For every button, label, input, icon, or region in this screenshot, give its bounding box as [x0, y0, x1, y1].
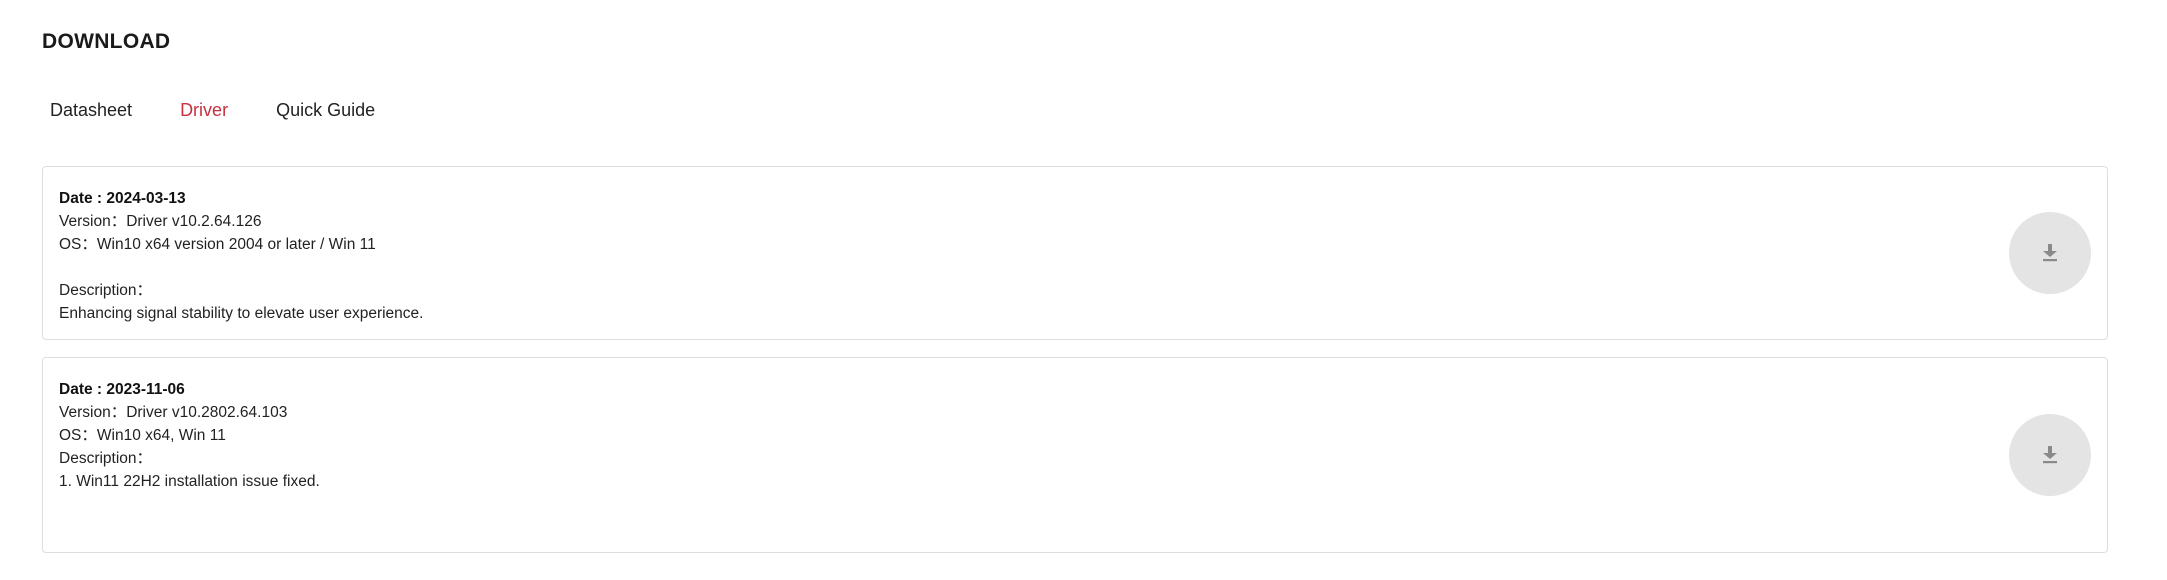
driver-date: Date : 2023-11-06 [59, 381, 185, 398]
driver-description-label: Description： [59, 282, 153, 299]
tab-driver[interactable]: Driver [180, 100, 228, 121]
driver-card: Date : 2023-11-06 Version：Driver v10.280… [42, 357, 2108, 553]
driver-version: Version：Driver v10.2802.64.103 [59, 404, 288, 421]
driver-description: Enhancing signal stability to elevate us… [59, 305, 424, 322]
tab-datasheet[interactable]: Datasheet [50, 100, 132, 121]
driver-card: Date : 2024-03-13 Version：Driver v10.2.6… [42, 166, 2108, 340]
driver-info: Date : 2024-03-13 Version：Driver v10.2.6… [59, 187, 423, 325]
download-icon [2043, 446, 2057, 464]
driver-description-label: Description： [59, 450, 153, 467]
download-icon [2043, 244, 2057, 262]
driver-info: Date : 2023-11-06 Version：Driver v10.280… [59, 378, 320, 493]
tab-bar: Datasheet Driver Quick Guide [50, 100, 375, 121]
driver-os: OS：Win10 x64 version 2004 or later / Win… [59, 236, 376, 253]
section-title: DOWNLOAD [42, 30, 171, 53]
download-button[interactable] [2009, 414, 2091, 496]
driver-os: OS：Win10 x64, Win 11 [59, 427, 226, 444]
tab-quick-guide[interactable]: Quick Guide [276, 100, 375, 121]
driver-date: Date : 2024-03-13 [59, 190, 186, 207]
driver-version: Version：Driver v10.2.64.126 [59, 213, 262, 230]
driver-description: 1. Win11 22H2 installation issue fixed. [59, 473, 320, 490]
download-button[interactable] [2009, 212, 2091, 294]
download-page: DOWNLOAD Datasheet Driver Quick Guide Da… [0, 0, 2167, 580]
